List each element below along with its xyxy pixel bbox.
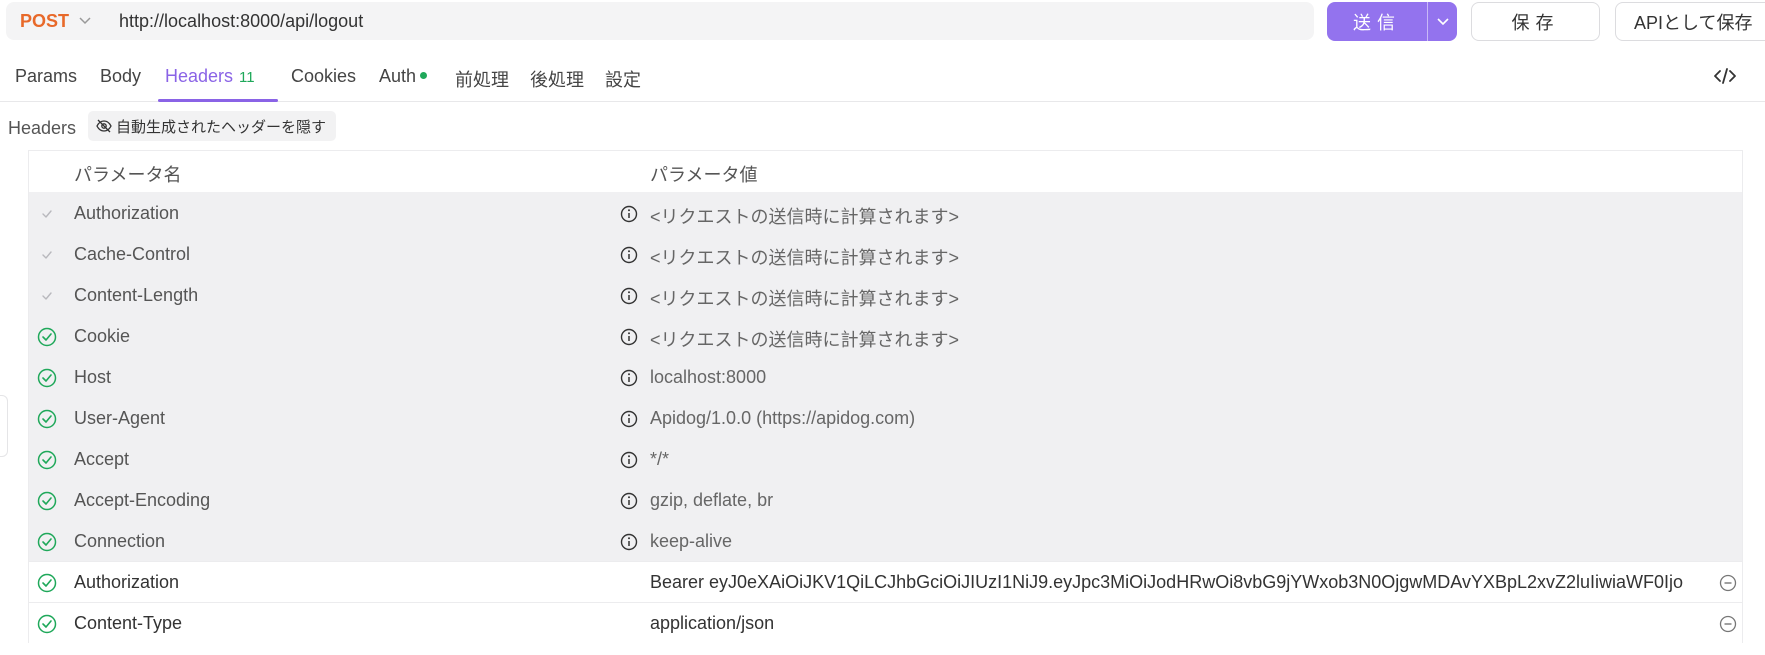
table-row: Cache-Control <リクエストの送信時に計算されます> bbox=[29, 233, 1742, 274]
url-input[interactable]: http://localhost:8000/api/logout bbox=[119, 11, 363, 32]
info-icon[interactable] bbox=[620, 246, 638, 264]
code-icon[interactable] bbox=[1714, 66, 1736, 86]
headers-count-badge: 11 bbox=[239, 69, 255, 86]
info-icon[interactable] bbox=[620, 410, 638, 428]
header-name: Connection bbox=[74, 531, 166, 551]
header-name: Authorization bbox=[74, 203, 180, 223]
headers-table: パラメータ名 パラメータ値 Authorization <リクエストの送信時に計算… bbox=[28, 150, 1743, 643]
info-icon[interactable] bbox=[620, 328, 638, 346]
checkmark-icon[interactable] bbox=[37, 245, 57, 265]
send-button-group: 送信 bbox=[1327, 2, 1457, 41]
check-circle-icon[interactable] bbox=[37, 368, 57, 388]
header-value: */* bbox=[650, 449, 670, 469]
table-row: Connection keep-alive bbox=[29, 520, 1742, 561]
check-circle-icon[interactable] bbox=[37, 614, 57, 634]
header-value: <リクエストの送信時に計算されます> bbox=[650, 248, 960, 268]
active-tab-indicator bbox=[158, 99, 278, 102]
header-value: keep-alive bbox=[650, 531, 733, 551]
info-icon[interactable] bbox=[620, 205, 638, 223]
tab-pre-processors[interactable]: 前処理 bbox=[455, 66, 509, 92]
save-button[interactable]: 保存 bbox=[1471, 2, 1600, 41]
headers-section-label: Headers bbox=[8, 118, 77, 138]
tab-cookies[interactable]: Cookies bbox=[291, 66, 356, 87]
sidebar-collapse-handle[interactable] bbox=[0, 395, 8, 457]
tab-auth[interactable]: Auth bbox=[379, 66, 428, 87]
tab-settings[interactable]: 設定 bbox=[605, 66, 641, 92]
header-name: Accept bbox=[74, 449, 130, 469]
request-tabs: Params Body Headers 11 Cookies Auth 前処理 後… bbox=[0, 50, 1765, 102]
save-as-api-button[interactable]: APIとして保存 bbox=[1615, 2, 1765, 41]
table-row: Authorization Bearer eyJ0eXAiOiJKV1QiLCJh… bbox=[29, 561, 1742, 602]
header-value: <リクエストの送信時に計算されます> bbox=[650, 207, 960, 227]
checkmark-icon[interactable] bbox=[37, 204, 57, 224]
table-row: Accept-Encoding gzip, deflate, br bbox=[29, 479, 1742, 520]
table-header: パラメータ名 パラメータ値 bbox=[29, 151, 1742, 192]
check-circle-icon[interactable] bbox=[37, 450, 57, 470]
tab-headers[interactable]: Headers 11 bbox=[165, 66, 255, 87]
info-icon[interactable] bbox=[620, 533, 638, 551]
table-row: Accept */* bbox=[29, 438, 1742, 479]
table-row: Cookie <リクエストの送信時に計算されます> bbox=[29, 315, 1742, 356]
hide-auto-headers-button[interactable]: 自動生成されたヘッダーを隠す bbox=[88, 111, 337, 141]
check-circle-icon[interactable] bbox=[37, 491, 57, 511]
column-header-value: パラメータ値 bbox=[650, 165, 758, 185]
info-icon[interactable] bbox=[620, 287, 638, 305]
column-header-name: パラメータ名 bbox=[74, 165, 182, 185]
table-row: Content-Length <リクエストの送信時に計算されます> bbox=[29, 274, 1742, 315]
table-row: Content-Type application/json bbox=[29, 602, 1742, 643]
header-value: gzip, deflate, br bbox=[650, 490, 774, 510]
tab-auth-label: Auth bbox=[379, 66, 417, 86]
tab-headers-label: Headers bbox=[165, 66, 234, 86]
eye-off-icon bbox=[96, 119, 112, 133]
info-icon[interactable] bbox=[620, 492, 638, 510]
header-value: localhost:8000 bbox=[650, 367, 767, 387]
header-name: Cookie bbox=[74, 326, 131, 346]
header-value: <リクエストの送信時に計算されます> bbox=[650, 330, 960, 350]
header-value: <リクエストの送信時に計算されます> bbox=[650, 289, 960, 309]
remove-row-icon[interactable] bbox=[1719, 574, 1737, 592]
tab-post-processors[interactable]: 後処理 bbox=[530, 66, 584, 92]
header-name-input[interactable]: Content-Type bbox=[74, 613, 182, 634]
header-name: Accept-Encoding bbox=[74, 490, 211, 510]
check-circle-icon[interactable] bbox=[37, 327, 57, 347]
request-bar: POST http://localhost:8000/api/logout 送信… bbox=[0, 0, 1765, 42]
send-button[interactable]: 送信 bbox=[1327, 2, 1427, 41]
header-value-input[interactable]: Bearer eyJ0eXAiOiJKV1QiLCJhbGciOiJIUzI1N… bbox=[650, 572, 1710, 593]
header-value: Apidog/1.0.0 (https://apidog.com) bbox=[650, 408, 916, 428]
table-row: Authorization <リクエストの送信時に計算されます> bbox=[29, 192, 1742, 233]
check-circle-icon[interactable] bbox=[37, 409, 57, 429]
method-selector[interactable]: POST bbox=[20, 11, 69, 32]
header-name: User-Agent bbox=[74, 408, 166, 428]
header-name: Cache-Control bbox=[74, 244, 191, 264]
checkmark-icon[interactable] bbox=[37, 286, 57, 306]
header-value-input[interactable]: application/json bbox=[650, 613, 1710, 634]
table-row: Host localhost:8000 bbox=[29, 356, 1742, 397]
remove-row-icon[interactable] bbox=[1719, 615, 1737, 633]
header-name: Host bbox=[74, 367, 112, 387]
header-name-input[interactable]: Authorization bbox=[74, 572, 179, 593]
hide-auto-headers-label: 自動生成されたヘッダーを隠す bbox=[116, 118, 327, 136]
tab-body[interactable]: Body bbox=[100, 66, 141, 87]
url-bar: POST http://localhost:8000/api/logout bbox=[6, 2, 1314, 40]
tab-params[interactable]: Params bbox=[15, 66, 77, 87]
auth-status-dot bbox=[420, 71, 428, 79]
check-circle-icon[interactable] bbox=[37, 573, 57, 593]
header-name: Content-Length bbox=[74, 285, 199, 305]
send-options-chevron-icon[interactable] bbox=[1428, 2, 1457, 41]
table-row: User-Agent Apidog/1.0.0 (https://apidog.c… bbox=[29, 397, 1742, 438]
check-circle-icon[interactable] bbox=[37, 532, 57, 552]
chevron-down-icon[interactable] bbox=[79, 15, 91, 27]
info-icon[interactable] bbox=[620, 369, 638, 387]
info-icon[interactable] bbox=[620, 451, 638, 469]
